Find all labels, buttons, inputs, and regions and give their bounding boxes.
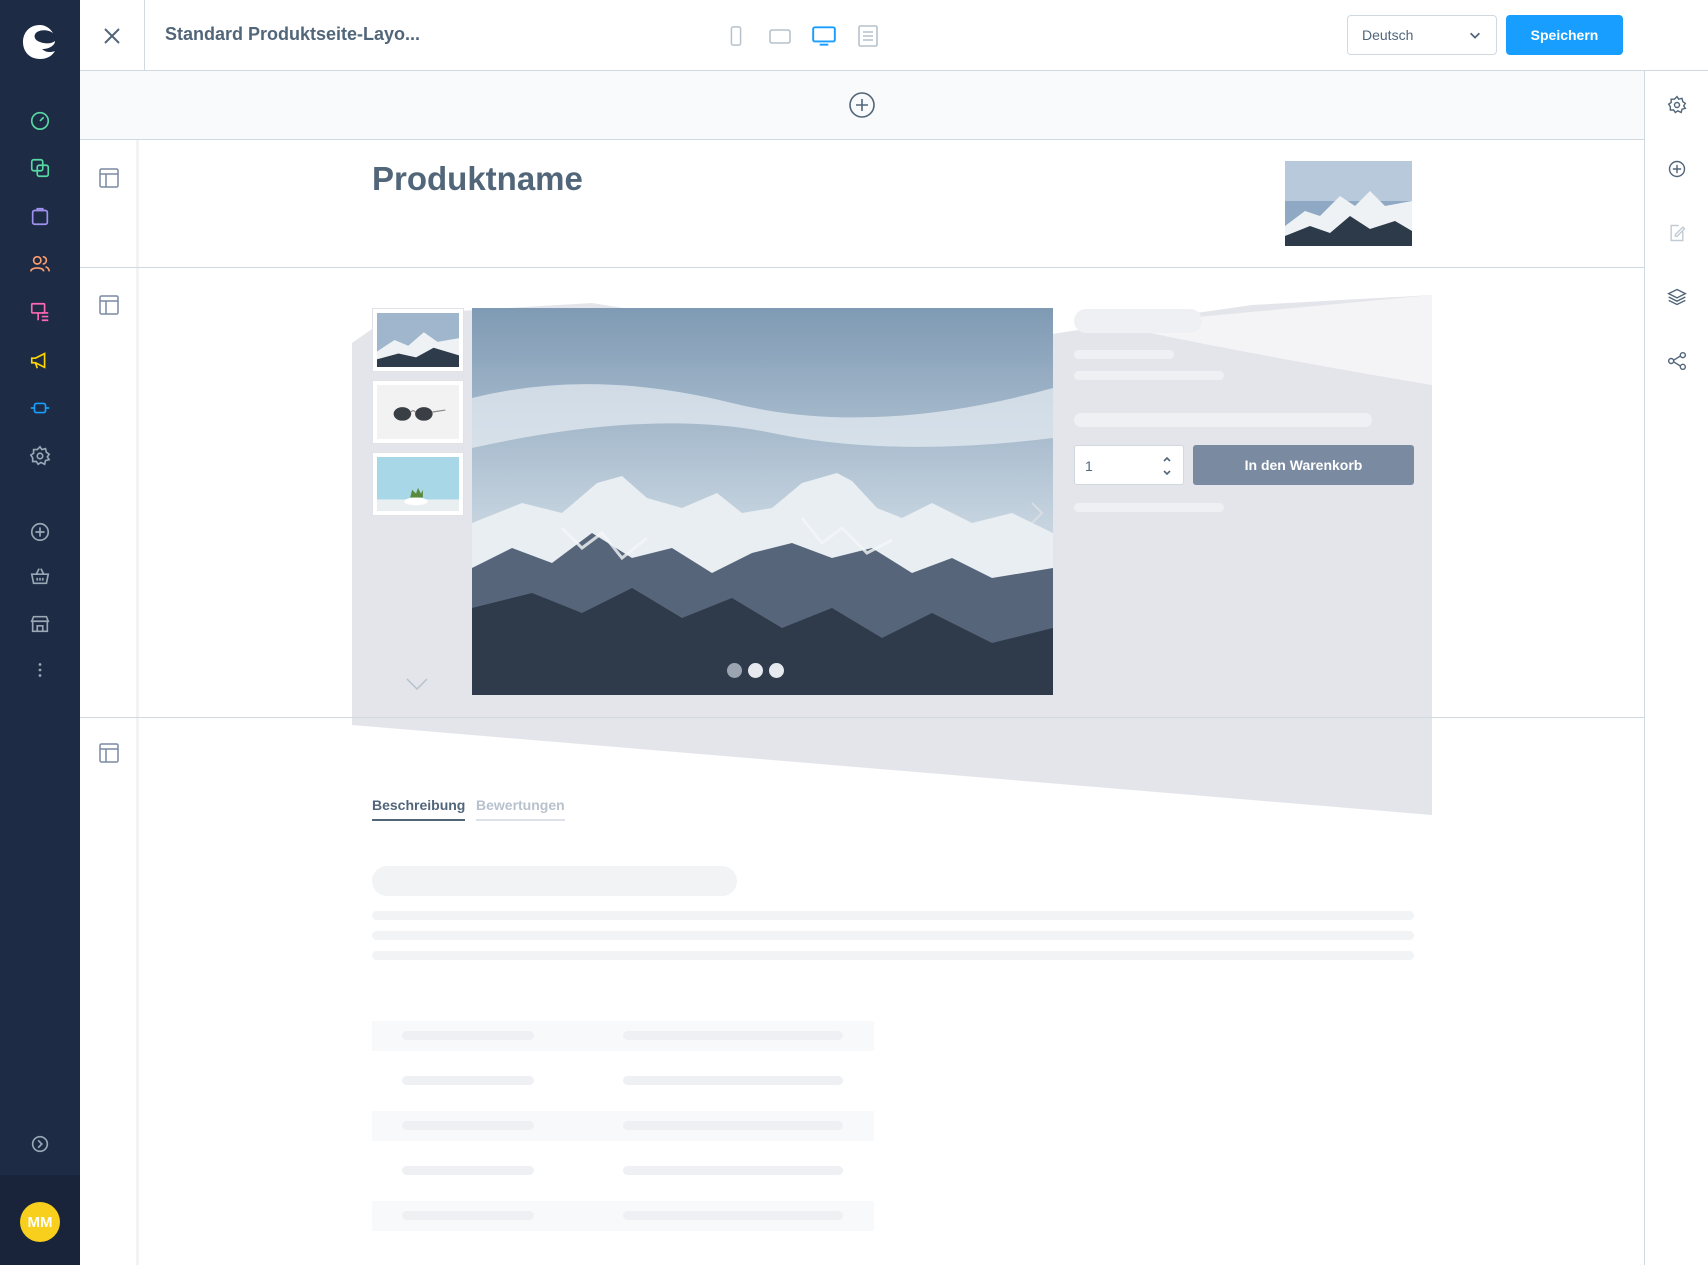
block-layout-icon[interactable] (98, 742, 120, 764)
property-row (372, 1066, 874, 1096)
desktop-icon (812, 26, 836, 46)
desktop-view-button[interactable] (810, 22, 838, 50)
language-select[interactable]: Deutsch (1347, 15, 1497, 55)
topbar: Standard Produktseite-Layo... Deutsch Sp… (80, 0, 1708, 71)
mobile-icon (730, 26, 742, 46)
save-button[interactable]: Speichern (1506, 15, 1623, 55)
text-placeholder (372, 931, 1414, 940)
block-layout-icon[interactable] (98, 294, 120, 316)
chevron-down-icon[interactable] (405, 676, 429, 692)
avatar[interactable]: MM (20, 1202, 60, 1242)
property-row (372, 1201, 874, 1231)
property-label-placeholder (402, 1031, 534, 1040)
property-row (372, 1021, 874, 1051)
gallery-main-image[interactable] (472, 308, 1053, 695)
property-value-placeholder (623, 1121, 843, 1130)
settings-icon[interactable] (1665, 93, 1689, 117)
add-to-cart-button[interactable]: In den Warenkorb (1193, 445, 1414, 485)
admin-sidebar: MM (0, 0, 80, 1265)
property-value-placeholder (623, 1166, 843, 1175)
expand-sidebar-icon[interactable] (26, 1130, 54, 1158)
section-divider (80, 717, 1644, 718)
language-select-value: Deutsch (1362, 27, 1414, 43)
section-divider (80, 267, 1644, 268)
property-label-placeholder (402, 1166, 534, 1175)
variant-placeholder (1074, 413, 1372, 427)
property-row (372, 1156, 874, 1186)
property-value-placeholder (623, 1076, 843, 1085)
text-placeholder (1074, 371, 1224, 380)
text-placeholder (372, 951, 1414, 960)
text-placeholder (372, 911, 1414, 920)
add-block-icon[interactable] (1665, 157, 1689, 181)
layers-icon[interactable] (1665, 285, 1689, 309)
right-sidebar (1644, 71, 1708, 1265)
tab-description[interactable]: Beschreibung (372, 797, 466, 821)
text-placeholder (1074, 503, 1224, 512)
more-icon[interactable] (26, 656, 54, 684)
catalogue-icon[interactable] (26, 154, 54, 182)
product-name-heading[interactable]: Produktname (372, 160, 583, 198)
gallery-pagination (727, 663, 784, 678)
page-title: Standard Produktseite-Layo... (165, 24, 421, 44)
tablet-icon (769, 29, 791, 44)
share-icon[interactable] (1665, 349, 1689, 373)
property-label-placeholder (402, 1076, 534, 1085)
marketing-icon[interactable] (26, 346, 54, 374)
quantity-stepper[interactable] (1161, 452, 1173, 480)
property-label-placeholder (402, 1211, 534, 1220)
mobile-view-button[interactable] (722, 22, 750, 50)
gallery-dot[interactable] (748, 663, 763, 678)
description-title-placeholder (372, 866, 737, 896)
gallery-thumbnail[interactable] (372, 452, 464, 516)
settings-icon[interactable] (26, 442, 54, 470)
storefront-icon[interactable] (26, 610, 54, 638)
dashboard-icon[interactable] (26, 106, 54, 134)
edit-icon[interactable] (1665, 221, 1689, 245)
close-button[interactable] (80, 0, 145, 71)
add-icon[interactable] (26, 518, 54, 546)
customers-icon[interactable] (26, 250, 54, 278)
list-icon (858, 25, 878, 47)
add-section-icon[interactable] (848, 91, 876, 119)
quantity-value: 1 (1085, 458, 1093, 474)
property-row (372, 1111, 874, 1141)
basket-icon[interactable] (26, 562, 54, 590)
property-value-placeholder (623, 1031, 843, 1040)
property-label-placeholder (402, 1121, 534, 1130)
manufacturer-logo[interactable] (1285, 161, 1412, 246)
chevron-down-icon (1470, 32, 1480, 39)
content-icon[interactable] (26, 298, 54, 326)
gallery-dot[interactable] (769, 663, 784, 678)
price-placeholder (1074, 309, 1202, 333)
property-value-placeholder (623, 1211, 843, 1220)
orders-icon[interactable] (26, 202, 54, 230)
gallery-thumbnail[interactable] (372, 308, 464, 372)
close-icon (104, 27, 120, 44)
gallery-dot[interactable] (727, 663, 742, 678)
gallery-thumbnail[interactable] (372, 380, 464, 444)
extensions-icon[interactable] (26, 394, 54, 422)
tablet-view-button[interactable] (766, 22, 794, 50)
text-placeholder (1074, 350, 1174, 359)
block-layout-icon[interactable] (98, 167, 120, 189)
tab-reviews[interactable]: Bewertungen (476, 797, 565, 821)
shopware-logo-icon[interactable] (20, 22, 60, 62)
form-view-button[interactable] (854, 22, 882, 50)
quantity-input[interactable]: 1 (1074, 445, 1184, 485)
add-section-bar (80, 71, 1644, 140)
